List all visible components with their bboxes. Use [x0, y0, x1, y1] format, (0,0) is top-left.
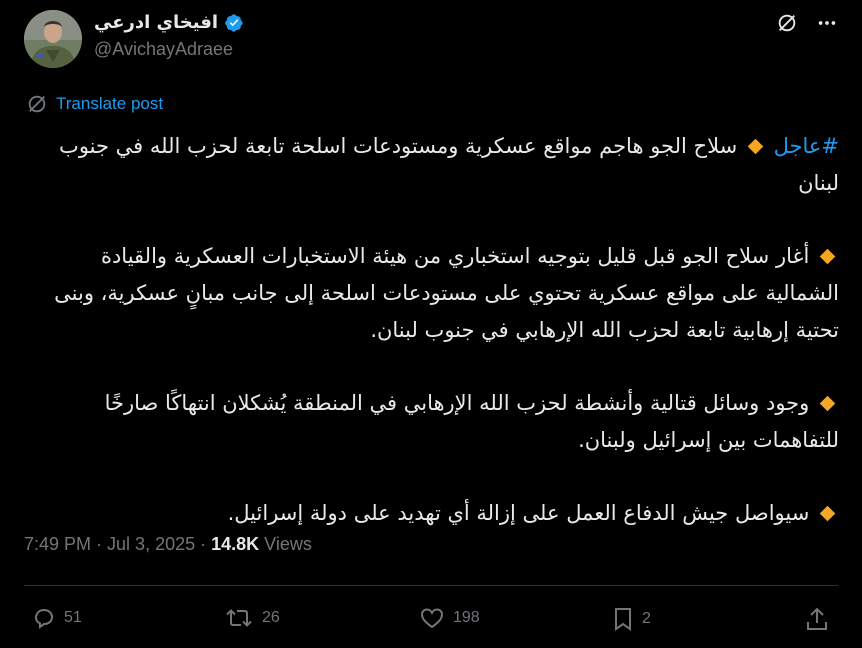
repost-count: 26 [262, 609, 280, 626]
post-date[interactable]: Jul 3, 2025 [107, 534, 195, 555]
verified-badge-icon[interactable] [224, 13, 244, 33]
post-text: #عاجل سلاح الجو هاجم مواقع عسكرية ومستود… [24, 128, 839, 532]
hashtag-link[interactable]: #عاجل [774, 134, 839, 158]
views-label: Views [264, 534, 312, 554]
post-paragraph: أغار سلاح الجو قبل قليل بتوجيه استخباري … [24, 238, 839, 349]
orange-diamond-icon [819, 505, 836, 521]
repost-icon [226, 609, 252, 627]
orange-diamond-icon [819, 248, 836, 264]
author-handle[interactable]: @AvichayAdraee [94, 39, 244, 60]
like-button[interactable]: 198 [419, 606, 480, 630]
action-bar: 51 26 198 2 [24, 600, 838, 640]
post-paragraph-text: وجود وسائل قتالية وأنشطة لحزب الله الإره… [104, 391, 839, 452]
reply-button[interactable]: 51 [32, 606, 82, 630]
reply-icon [34, 608, 54, 629]
post-paragraph: وجود وسائل قتالية وأنشطة لحزب الله الإره… [24, 385, 839, 459]
avatar[interactable] [24, 10, 82, 68]
bookmark-button[interactable]: 2 [612, 606, 651, 632]
post-paragraph-text: سيواصل جيش الدفاع العمل على إزالة أي تهد… [227, 501, 810, 525]
more-icon[interactable] [816, 12, 838, 34]
heart-icon [420, 608, 444, 629]
post-paragraph: سيواصل جيش الدفاع العمل على إزالة أي تهد… [24, 495, 839, 532]
post-paragraph: #عاجل سلاح الجو هاجم مواقع عسكرية ومستود… [24, 128, 839, 202]
display-name-row: افيخاي ادرعي [94, 12, 244, 33]
reply-count: 51 [64, 609, 82, 626]
like-count: 198 [453, 609, 480, 626]
post-meta: 7:49 PM · Jul 3, 2025 · 14.8K Views [24, 534, 312, 555]
post-container: افيخاي ادرعي @AvichayAdraee Translate po… [0, 0, 862, 648]
repost-button[interactable]: 26 [224, 606, 280, 630]
post-paragraph-text: أغار سلاح الجو قبل قليل بتوجيه استخباري … [54, 244, 839, 342]
display-name[interactable]: افيخاي ادرعي [94, 12, 218, 33]
share-icon [807, 607, 827, 630]
bookmark-count: 2 [642, 610, 651, 627]
author-info: افيخاي ادرعي @AvichayAdraee [94, 12, 244, 60]
post-paragraph-text: سلاح الجو هاجم مواقع عسكرية ومستودعات اس… [59, 134, 839, 195]
header-actions [776, 12, 838, 34]
avatar-image [24, 10, 82, 68]
translate-post-button[interactable]: Translate post [26, 93, 163, 115]
grok-icon[interactable] [776, 12, 798, 34]
orange-diamond-icon [819, 395, 836, 411]
divider [24, 585, 838, 586]
translate-icon [28, 95, 46, 113]
views-count[interactable]: 14.8K [211, 534, 259, 555]
bookmark-icon [615, 608, 631, 631]
post-header: افيخاي ادرعي @AvichayAdraee [24, 10, 838, 70]
orange-diamond-icon [747, 138, 764, 154]
meta-separator: · [96, 534, 103, 554]
share-button[interactable] [805, 606, 829, 632]
meta-separator: · [200, 534, 207, 554]
post-time[interactable]: 7:49 PM [24, 534, 91, 555]
translate-label: Translate post [56, 94, 164, 113]
